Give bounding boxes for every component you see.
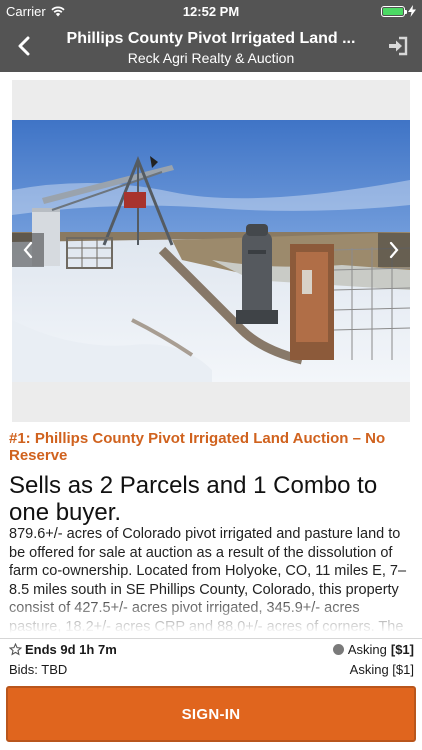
status-bar: Carrier 12:52 PM [0,0,422,22]
auction-status-row: Ends 9d 1h 7m Asking [$1] [9,642,414,660]
divider [0,638,422,639]
nav-bar: Phillips County Pivot Irrigated Land ...… [0,22,422,72]
bids-row: Bids: TBD Asking [$1] [9,662,414,680]
listing-headline: Sells as 2 Parcels and 1 Combo to one bu… [9,472,378,526]
sign-in-icon [389,36,408,56]
image-carousel[interactable] [12,80,410,422]
back-button[interactable] [10,32,38,60]
ends-label: Ends 9d 1h 7m [25,642,117,657]
battery-icon [381,5,407,17]
previous-image-button[interactable] [12,233,44,267]
listing-photo [12,120,410,382]
sign-in-button[interactable]: SIGN-IN [6,686,416,742]
status-dot-icon [332,644,344,655]
asking-status: Asking [$1] [332,642,414,657]
description-fade [9,593,414,633]
page-title: Phillips County Pivot Irrigated Land ... [66,30,356,47]
next-image-button[interactable] [378,233,410,267]
status-time: 12:52 PM [182,4,240,19]
asking-value: [$1] [390,642,414,657]
listing-description[interactable]: 879.6+/- acres of Colorado pivot irrigat… [9,525,414,633]
asking-label: Asking [347,642,387,657]
status-right [381,5,416,17]
watch-ends[interactable]: Ends 9d 1h 7m [9,642,117,657]
sign-in-nav-button[interactable] [386,34,410,58]
chevron-left-icon [23,241,33,259]
asking-price: Asking [$1] [349,662,414,677]
chevron-left-icon [18,36,30,56]
chevron-right-icon [389,241,399,259]
star-outline-icon [9,643,22,656]
lot-title: #1: Phillips County Pivot Irrigated Land… [9,430,386,464]
bids-label: Bids: TBD [9,662,68,677]
charging-icon [408,5,416,17]
page-subtitle: Reck Agri Realty & Auction [127,50,295,66]
